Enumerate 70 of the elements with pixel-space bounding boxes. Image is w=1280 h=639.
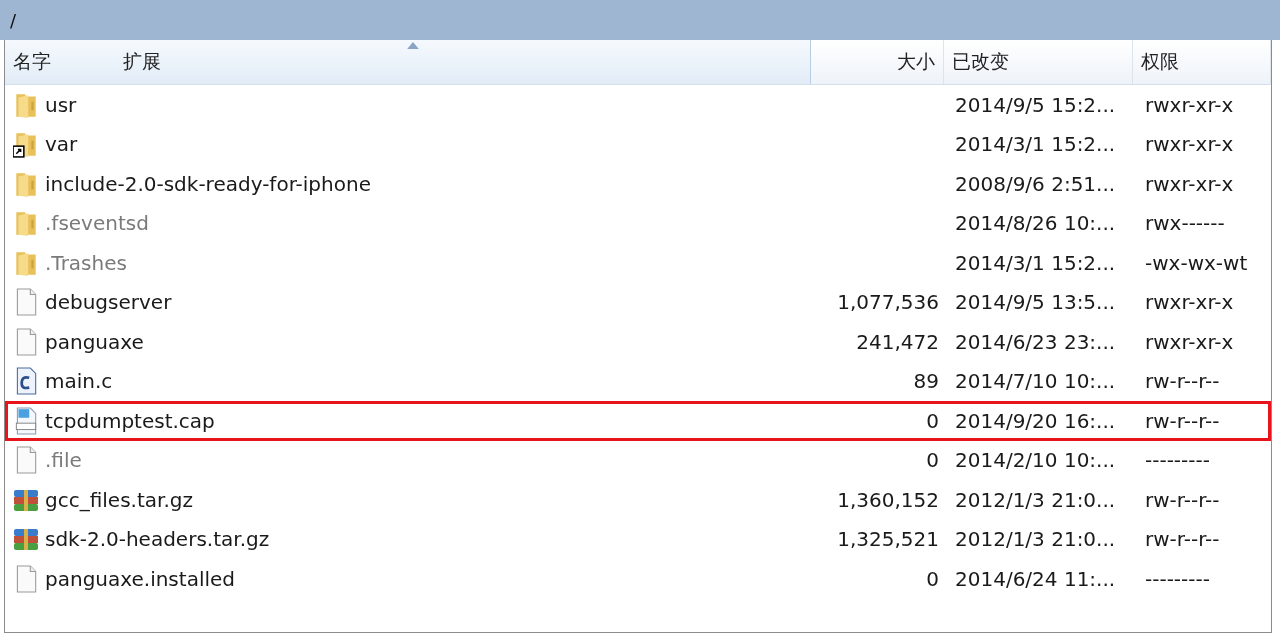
column-header[interactable]: 权限 xyxy=(1133,40,1271,84)
file-name: sdk-2.0-headers.tar.gz xyxy=(45,527,270,552)
file-row[interactable]: .Trashes 2014/3/1 15:2... -wx-wx-wt xyxy=(5,243,1271,283)
file-size: 0 xyxy=(925,408,940,433)
file-size: 0 xyxy=(925,448,940,473)
file-row[interactable]: .file 0 2014/2/10 10:... --------- xyxy=(5,440,1271,480)
file-size: 89 xyxy=(912,369,940,394)
file-size: 241,472 xyxy=(855,329,940,354)
file-name: var xyxy=(45,132,78,157)
file-size: 1,077,536 xyxy=(836,290,940,315)
modified-date: 2014/7/10 10:... xyxy=(954,369,1117,394)
file-name: .file xyxy=(45,448,82,473)
file-row[interactable]: tcpdumptest.cap 0 2014/9/20 16:... rw-r--r-- xyxy=(5,401,1271,441)
permissions: rwxr-xr-x xyxy=(1144,92,1235,117)
permissions: --------- xyxy=(1144,566,1211,591)
file-row[interactable]: include-2.0-sdk-ready-for-iphone 2008/9/6 2:51... rwxr-xr-x xyxy=(5,164,1271,204)
permissions: rwxr-xr-x xyxy=(1144,290,1235,315)
modified-date: 2014/2/10 10:... xyxy=(954,448,1117,473)
modified-date: 2014/3/1 15:2... xyxy=(954,132,1117,157)
permissions: -wx-wx-wt xyxy=(1144,250,1249,275)
file-name: debugserver xyxy=(45,290,172,315)
file-name: .Trashes xyxy=(45,250,127,275)
modified-date: 2014/6/24 11:... xyxy=(954,566,1117,591)
column-header[interactable]: 扩展 xyxy=(115,40,811,84)
modified-date: 2014/9/5 15:2... xyxy=(954,92,1117,117)
file-size: 1,360,152 xyxy=(836,487,940,512)
file-row[interactable]: var 2014/3/1 15:2... rwxr-xr-x xyxy=(5,124,1271,164)
binary-file-icon xyxy=(13,406,39,435)
modified-date: 2014/3/1 15:2... xyxy=(954,250,1117,275)
file-row[interactable]: debugserver 1,077,536 2014/9/5 13:5... rwxr-xr-x xyxy=(5,282,1271,322)
modified-date: 2012/1/3 21:0... xyxy=(954,487,1117,512)
file-name: usr xyxy=(45,92,77,117)
modified-date: 2014/6/23 23:... xyxy=(954,329,1117,354)
modified-date: 2008/9/6 2:51... xyxy=(954,171,1117,196)
path-text: / xyxy=(10,9,17,31)
modified-date: 2014/9/5 13:5... xyxy=(954,290,1117,315)
file-name: tcpdumptest.cap xyxy=(45,408,215,433)
file-row[interactable]: panguaxe.installed 0 2014/6/24 11:... --------- xyxy=(5,559,1271,599)
permissions: rwxr-xr-x xyxy=(1144,171,1235,196)
permissions: rw-r--r-- xyxy=(1144,408,1221,433)
file-row[interactable]: .fseventsd 2014/8/26 10:... rwx------ xyxy=(5,203,1271,243)
column-header[interactable]: 大小 xyxy=(811,40,944,84)
file-name: gcc_files.tar.gz xyxy=(45,487,193,512)
permissions: rw-r--r-- xyxy=(1144,369,1221,394)
file-row[interactable]: panguaxe 241,472 2014/6/23 23:... rwxr-xr-x xyxy=(5,322,1271,362)
file-size: 1,325,521 xyxy=(836,527,940,552)
modified-date: 2014/9/20 16:... xyxy=(954,408,1117,433)
file-name: panguaxe.installed xyxy=(45,566,235,591)
permissions: rw-r--r-- xyxy=(1144,487,1221,512)
permissions: rwxr-xr-x xyxy=(1144,132,1235,157)
file-row[interactable]: gcc_files.tar.gz 1,360,152 2012/1/3 21:0... rw-r--r-- xyxy=(5,480,1271,520)
file-row[interactable]: main.c 89 2014/7/10 10:... rw-r--r-- xyxy=(5,361,1271,401)
permissions: rwxr-xr-x xyxy=(1144,329,1235,354)
permissions: rw-r--r-- xyxy=(1144,527,1221,552)
folder-icon xyxy=(13,209,39,238)
permissions: --------- xyxy=(1144,448,1211,473)
file-name: panguaxe xyxy=(45,329,144,354)
file-size: 0 xyxy=(925,566,940,591)
file-name: include-2.0-sdk-ready-for-iphone xyxy=(45,171,371,196)
column-header[interactable]: 已改变 xyxy=(944,40,1133,84)
file-row[interactable]: usr 2014/9/5 15:2... rwxr-xr-x xyxy=(5,85,1271,125)
file-row[interactable]: sdk-2.0-headers.tar.gz 1,325,521 2012/1/3 21:0... rw-r--r-- xyxy=(5,519,1271,559)
file-name: main.c xyxy=(45,369,113,394)
permissions: rwx------ xyxy=(1144,211,1226,236)
sort-caret-icon xyxy=(406,42,419,49)
file-name: .fseventsd xyxy=(45,211,149,236)
column-header[interactable]: 名字 xyxy=(5,40,115,84)
folder-shortcut-icon xyxy=(13,130,39,159)
modified-date: 2012/1/3 21:0... xyxy=(954,527,1117,552)
modified-date: 2014/8/26 10:... xyxy=(954,211,1117,236)
